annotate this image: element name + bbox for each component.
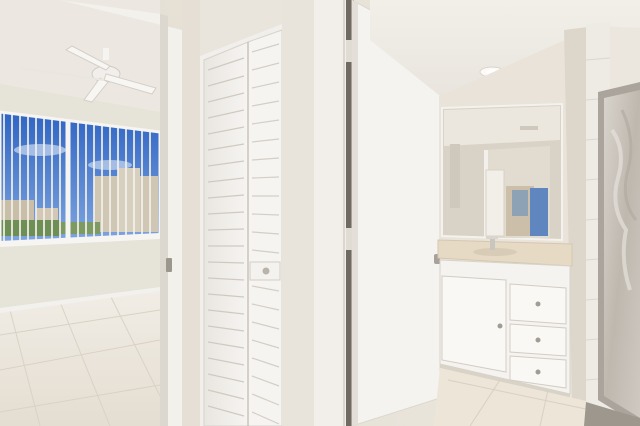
hall-wall-center bbox=[282, 0, 346, 426]
scene-svg bbox=[0, 0, 640, 426]
bedroom-window bbox=[0, 110, 162, 247]
vanity-mirror bbox=[441, 102, 563, 242]
closet-bifold-doors[interactable] bbox=[200, 24, 283, 426]
closet-knob-icon[interactable] bbox=[262, 267, 270, 275]
bedroom-view bbox=[0, 0, 162, 426]
vanity-cabinet-door[interactable] bbox=[441, 275, 507, 373]
bedroom-floor bbox=[0, 290, 160, 426]
photo-scene bbox=[0, 0, 640, 426]
